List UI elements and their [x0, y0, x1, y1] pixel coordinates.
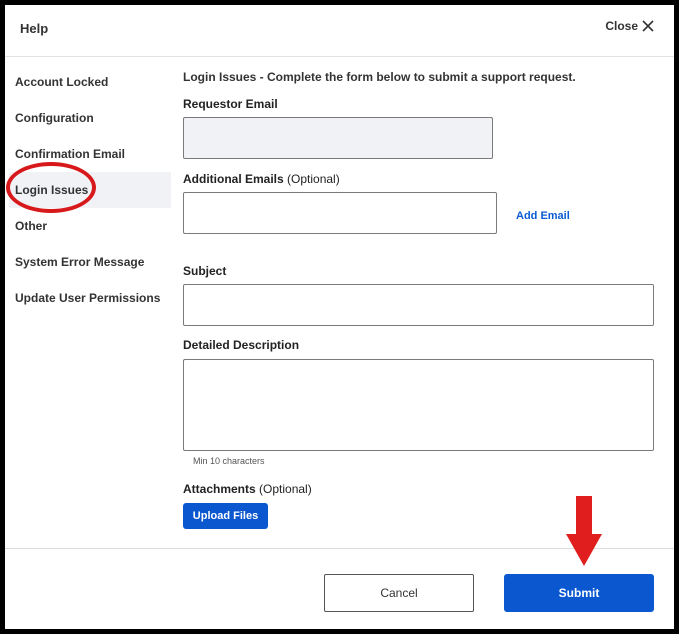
- close-button[interactable]: Close: [605, 19, 654, 33]
- sidebar-item-confirmation-email[interactable]: Confirmation Email: [9, 136, 171, 172]
- additional-emails-field[interactable]: [183, 192, 497, 234]
- requestor-email-field[interactable]: [183, 117, 493, 159]
- subject-field[interactable]: [183, 284, 654, 326]
- attachments-label: Attachments (Optional): [183, 482, 312, 496]
- dialog-header: Help Close: [5, 5, 674, 57]
- requestor-email-label: Requestor Email: [183, 97, 278, 111]
- footer-divider: [5, 548, 674, 549]
- attachments-optional: (Optional): [259, 482, 312, 496]
- attachments-label-text: Attachments: [183, 482, 256, 496]
- additional-emails-optional: (Optional): [287, 172, 340, 186]
- sidebar-item-account-locked[interactable]: Account Locked: [9, 64, 171, 100]
- submit-button[interactable]: Submit: [504, 574, 654, 612]
- sidebar-menu: Account Locked Configuration Confirmatio…: [9, 64, 171, 316]
- sidebar-item-other[interactable]: Other: [9, 208, 171, 244]
- close-label: Close: [605, 19, 638, 33]
- additional-emails-label: Additional Emails (Optional): [183, 172, 340, 186]
- form-intro: Login Issues - Complete the form below t…: [183, 70, 576, 84]
- subject-label: Subject: [183, 264, 227, 278]
- sidebar-item-update-user-permissions[interactable]: Update User Permissions: [9, 280, 171, 316]
- cancel-button[interactable]: Cancel: [324, 574, 474, 612]
- dialog-title: Help: [20, 21, 49, 36]
- sidebar-item-system-error-message[interactable]: System Error Message: [9, 244, 171, 280]
- help-dialog: Help Close Account Locked Configuration …: [5, 5, 674, 629]
- description-label: Detailed Description: [183, 338, 300, 352]
- description-hint: Min 10 characters: [193, 456, 265, 466]
- close-icon: [642, 20, 654, 32]
- description-field[interactable]: [183, 359, 654, 451]
- upload-files-button[interactable]: Upload Files: [183, 503, 268, 529]
- add-email-link[interactable]: Add Email: [516, 210, 570, 222]
- sidebar-item-login-issues[interactable]: Login Issues: [9, 172, 171, 208]
- sidebar-item-configuration[interactable]: Configuration: [9, 100, 171, 136]
- additional-emails-label-text: Additional Emails: [183, 172, 284, 186]
- down-arrow-icon: [566, 496, 602, 573]
